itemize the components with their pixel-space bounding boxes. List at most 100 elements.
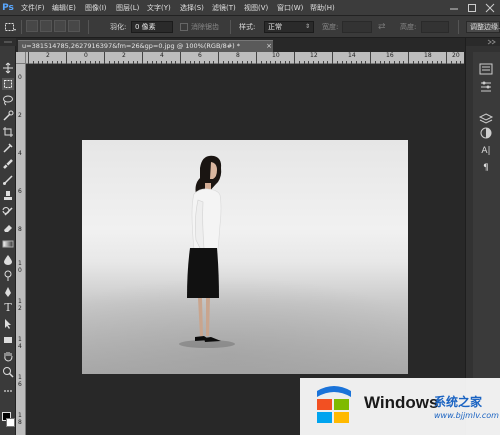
menu-image[interactable]: 图像(I) bbox=[85, 0, 107, 16]
ruler-tick bbox=[199, 61, 200, 64]
gradient-tool-icon[interactable] bbox=[2, 238, 14, 250]
quick-select-tool-icon[interactable] bbox=[2, 110, 14, 122]
menu-window[interactable]: 窗口(W) bbox=[277, 0, 303, 16]
ruler-tick bbox=[227, 61, 229, 64]
ruler-tick bbox=[85, 61, 86, 64]
character-panel-icon[interactable]: A| bbox=[478, 144, 494, 158]
close-tab-icon[interactable]: × bbox=[264, 40, 274, 52]
ruler-tick bbox=[47, 61, 48, 64]
windows-logo-icon bbox=[309, 383, 359, 427]
marquee-preset-icon[interactable] bbox=[3, 20, 17, 34]
clone-stamp-tool-icon[interactable] bbox=[2, 190, 14, 202]
panel-dock-grip[interactable] bbox=[466, 38, 500, 46]
dodge-tool-icon[interactable] bbox=[2, 270, 14, 282]
ruler-tick bbox=[275, 61, 276, 64]
toolbar-grip[interactable] bbox=[0, 38, 16, 46]
width-input[interactable] bbox=[342, 21, 372, 33]
new-selection-icon[interactable] bbox=[26, 20, 38, 32]
pen-tool-icon[interactable] bbox=[2, 286, 14, 298]
feather-input[interactable]: 0 像素 bbox=[131, 21, 173, 33]
vertical-ruler[interactable]: 0 2 4 6 8 1 0 1 2 1 4 1 6 1 8 bbox=[16, 64, 26, 435]
menu-edit[interactable]: 编辑(E) bbox=[52, 0, 76, 16]
ruler-tick bbox=[365, 61, 367, 64]
blur-tool-icon[interactable] bbox=[2, 254, 14, 266]
marquee-tool-icon[interactable] bbox=[2, 78, 14, 90]
ruler-tick bbox=[256, 52, 257, 64]
ruler-tick bbox=[308, 61, 310, 64]
ruler-tick bbox=[246, 61, 248, 64]
ruler-tick bbox=[80, 61, 82, 64]
ruler-tick bbox=[123, 61, 124, 64]
ruler-tick bbox=[384, 61, 386, 64]
separator bbox=[230, 20, 231, 34]
ruler-tick bbox=[346, 61, 348, 64]
ruler-tick bbox=[289, 61, 291, 64]
adjustments-panel-icon[interactable] bbox=[478, 126, 494, 140]
swap-dimensions-icon[interactable]: ⇄ bbox=[378, 21, 390, 33]
layers-panel-icon[interactable] bbox=[478, 112, 494, 126]
ruler-tick bbox=[374, 61, 376, 64]
watermark-brand: Windows bbox=[364, 393, 439, 412]
antialias-label: 消除锯齿 bbox=[191, 23, 219, 31]
ruler-tick bbox=[408, 52, 409, 64]
app-logo: Ps bbox=[2, 3, 14, 13]
rectangle-tool-icon[interactable] bbox=[2, 334, 14, 346]
path-select-tool-icon[interactable] bbox=[2, 318, 14, 330]
add-selection-icon[interactable] bbox=[40, 20, 52, 32]
move-tool-icon[interactable] bbox=[2, 62, 14, 74]
properties-panel-icon[interactable] bbox=[478, 80, 494, 94]
maximize-icon[interactable] bbox=[466, 3, 478, 13]
refine-edge-button[interactable]: 调整边缘... bbox=[466, 21, 500, 33]
zoom-tool-icon[interactable] bbox=[2, 366, 14, 378]
ruler-tick bbox=[165, 61, 167, 64]
menu-view[interactable]: 视图(V) bbox=[244, 0, 268, 16]
ruler-tick bbox=[146, 61, 148, 64]
menu-file[interactable]: 文件(F) bbox=[21, 0, 45, 16]
background-color-swatch[interactable] bbox=[6, 418, 15, 427]
ruler-label: 6 bbox=[18, 188, 22, 195]
ruler-tick bbox=[32, 61, 34, 64]
antialias-checkbox[interactable] bbox=[180, 23, 188, 31]
intersect-selection-icon[interactable] bbox=[68, 20, 80, 32]
type-tool-icon[interactable]: T bbox=[2, 302, 14, 314]
ruler-origin[interactable] bbox=[16, 52, 26, 64]
history-panel-icon[interactable] bbox=[478, 62, 494, 76]
menu-layer[interactable]: 图层(L) bbox=[116, 0, 139, 16]
ruler-tick bbox=[341, 61, 343, 64]
minimize-icon[interactable] bbox=[448, 3, 460, 13]
ruler-tick bbox=[313, 61, 314, 64]
lasso-tool-icon[interactable] bbox=[2, 94, 14, 106]
menu-help[interactable]: 帮助(H) bbox=[310, 0, 335, 16]
options-bar: 羽化: 0 像素 消除锯齿 样式: 正常 ⇕ 宽度: ⇄ 高度: 调整边缘... bbox=[0, 16, 500, 38]
ruler-ticks bbox=[26, 52, 464, 64]
style-select[interactable]: 正常 ⇕ bbox=[264, 21, 314, 33]
menu-type[interactable]: 文字(Y) bbox=[147, 0, 171, 16]
more-tools-icon[interactable] bbox=[3, 386, 13, 392]
ruler-tick bbox=[208, 61, 210, 64]
hand-tool-icon[interactable] bbox=[2, 350, 14, 362]
menu-select[interactable]: 选择(S) bbox=[180, 0, 204, 16]
document-image[interactable] bbox=[82, 140, 408, 374]
ruler-tick bbox=[360, 61, 362, 64]
ruler-tick bbox=[393, 61, 395, 64]
height-input[interactable] bbox=[421, 21, 449, 33]
eraser-tool-icon[interactable] bbox=[2, 222, 14, 234]
document-tab[interactable]: u=381514785,2627916397&fm=26&gp=0.jpg @ … bbox=[18, 40, 273, 52]
ruler-tick bbox=[222, 61, 224, 64]
subtract-selection-icon[interactable] bbox=[54, 20, 66, 32]
ruler-tick bbox=[336, 61, 338, 64]
ruler-label: 6 bbox=[18, 381, 22, 388]
ruler-label: 4 bbox=[18, 150, 22, 157]
ruler-tick bbox=[370, 52, 371, 64]
ruler-tick bbox=[327, 61, 329, 64]
brush-tool-icon[interactable] bbox=[2, 174, 14, 186]
close-window-icon[interactable] bbox=[484, 3, 496, 13]
history-brush-tool-icon[interactable] bbox=[2, 206, 14, 218]
crop-tool-icon[interactable] bbox=[2, 126, 14, 138]
paragraph-panel-icon[interactable]: ¶ bbox=[478, 161, 494, 175]
horizontal-ruler[interactable]: 2 0 2 4 6 8 10 12 14 16 18 20 bbox=[26, 52, 464, 64]
eyedropper-tool-icon[interactable] bbox=[2, 142, 14, 154]
feather-label: 羽化: bbox=[110, 23, 127, 31]
menu-filter[interactable]: 滤镜(T) bbox=[212, 0, 236, 16]
healing-brush-tool-icon[interactable] bbox=[2, 158, 14, 170]
